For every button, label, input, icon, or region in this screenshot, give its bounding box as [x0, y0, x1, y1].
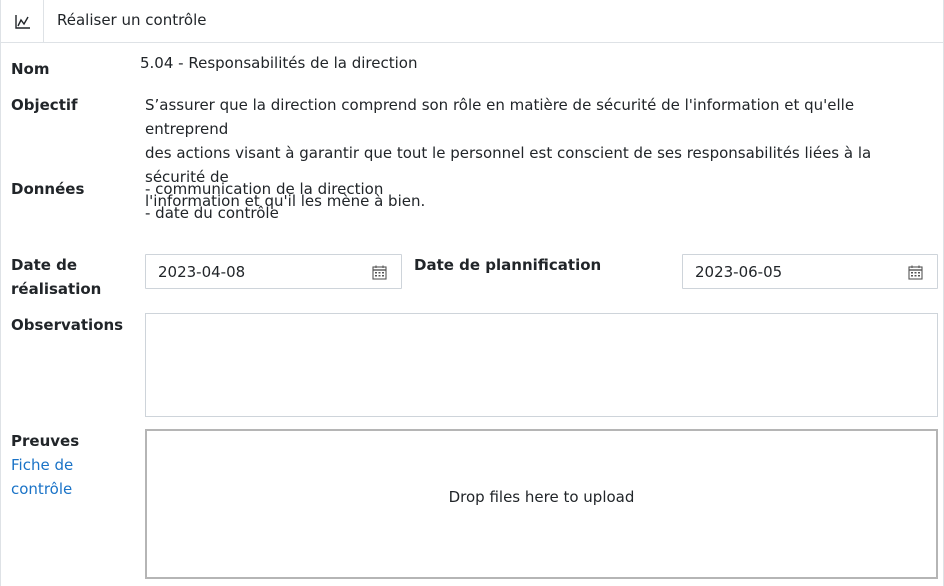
observations-label: Observations: [11, 316, 124, 334]
control-form-page: Réaliser un contrôle Nom 5.04 - Responsa…: [0, 0, 944, 586]
calendar-icon[interactable]: [908, 265, 923, 280]
file-dropzone[interactable]: Drop files here to upload: [145, 429, 938, 579]
data-item: - date du contrôle: [145, 204, 279, 222]
data-list: - communication de la direction - date d…: [145, 177, 383, 225]
control-sheet-link[interactable]: Fiche de contrôle: [11, 453, 79, 501]
planification-date-input[interactable]: 2023-06-05: [682, 254, 938, 289]
planification-date-label: Date de plannification: [414, 256, 602, 274]
name-label: Nom: [11, 60, 50, 78]
objective-line: S’assurer que la direction comprend son …: [145, 96, 855, 138]
calendar-icon[interactable]: [372, 265, 387, 280]
dropzone-text: Drop files here to upload: [448, 488, 635, 506]
observations-textarea[interactable]: [145, 313, 938, 417]
page-title: Réaliser un contrôle: [57, 11, 207, 29]
chart-line-icon: [15, 15, 30, 29]
realisation-date-label: Date de réalisation: [11, 253, 101, 301]
realisation-label-line: réalisation: [11, 280, 102, 298]
control-sheet-link-line: contrôle: [11, 480, 73, 498]
planification-date-value: 2023-06-05: [695, 263, 783, 281]
name-value: 5.04 - Responsabilités de la direction: [140, 54, 418, 72]
proofs-label: Preuves Fiche de contrôle: [11, 429, 79, 501]
proofs-label-text: Preuves: [11, 432, 80, 450]
data-item: - communication de la direction: [145, 180, 384, 198]
header-bar: Réaliser un contrôle: [1, 0, 943, 43]
realisation-label-line: Date de: [11, 256, 78, 274]
realisation-date-value: 2023-04-08: [158, 263, 246, 281]
realisation-date-input[interactable]: 2023-04-08: [145, 254, 402, 289]
control-sheet-link-line: Fiche de: [11, 456, 74, 474]
objective-label: Objectif: [11, 96, 78, 114]
data-label: Données: [11, 180, 85, 198]
header-icon-cell[interactable]: [1, 0, 44, 42]
